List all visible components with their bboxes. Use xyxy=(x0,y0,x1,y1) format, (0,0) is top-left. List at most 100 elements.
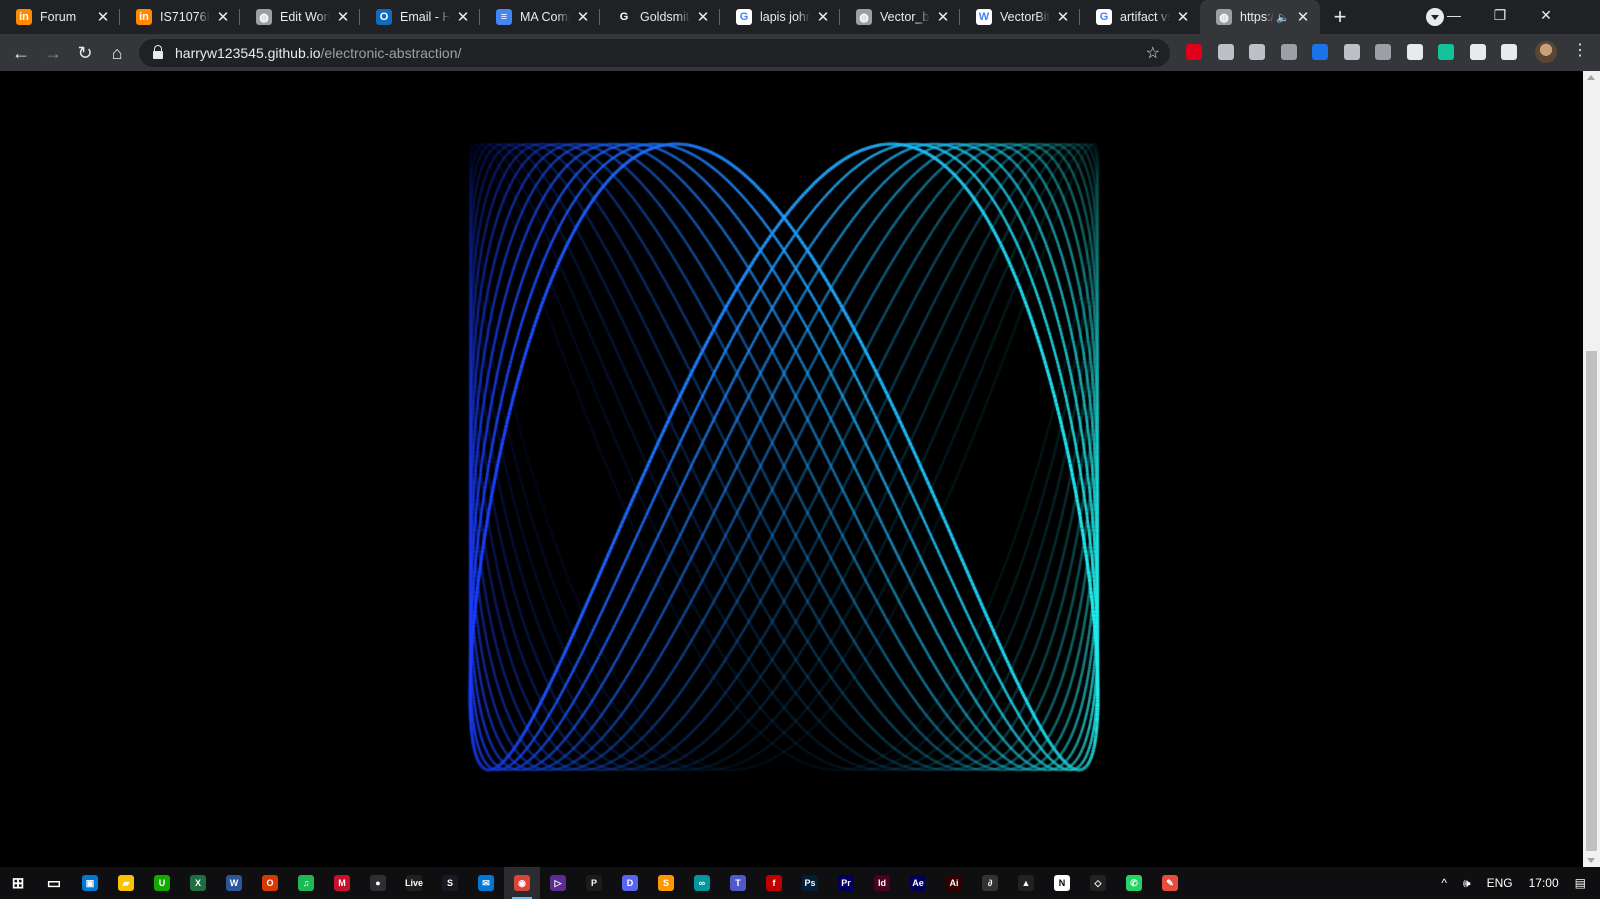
start-button[interactable]: ⊞ xyxy=(0,867,36,899)
browser-tab[interactable]: ◍ https:/🔈 ✕ xyxy=(1200,0,1320,34)
office-icon[interactable]: O xyxy=(252,867,288,899)
mail-glyph: ✉ xyxy=(478,875,494,891)
grammarly-icon[interactable] xyxy=(1438,44,1454,60)
word-icon[interactable]: W xyxy=(216,867,252,899)
arduino-icon[interactable]: ∞ xyxy=(684,867,720,899)
tab-close-icon[interactable]: ✕ xyxy=(1174,8,1192,26)
file-explorer-icon[interactable]: ▰ xyxy=(108,867,144,899)
indesign-icon[interactable]: Id xyxy=(864,867,900,899)
filezilla-icon[interactable]: f xyxy=(756,867,792,899)
mendeley-icon[interactable]: M xyxy=(324,867,360,899)
browser-tab[interactable]: ◍ Vector_by_ ✕ xyxy=(840,0,960,34)
excel-icon[interactable]: X xyxy=(180,867,216,899)
spotify-icon[interactable]: ♫ xyxy=(288,867,324,899)
audio-playing-icon[interactable]: 🔈 xyxy=(1276,11,1290,24)
cast-icon[interactable] xyxy=(1280,44,1297,60)
address-bar[interactable]: harryw123545.github.io/electronic-abstra… xyxy=(139,39,1170,67)
inkscape-icon[interactable]: ▲ xyxy=(1008,867,1044,899)
tab-title: Edit Work xyxy=(280,10,330,24)
tab-close-icon[interactable]: ✕ xyxy=(694,8,712,26)
clock[interactable]: 17:00 xyxy=(1529,876,1559,890)
task-view-icon[interactable]: ▭ xyxy=(36,867,72,899)
obs-icon[interactable]: ● xyxy=(360,867,396,899)
notion-icon[interactable]: N xyxy=(1044,867,1080,899)
scroll-up-icon[interactable] xyxy=(1587,75,1595,80)
browser-tab[interactable]: in Forum ✕ xyxy=(0,0,120,34)
whatsapp-icon[interactable]: ✆ xyxy=(1116,867,1152,899)
puzzle-icon[interactable] xyxy=(1469,44,1486,60)
adblock-icon[interactable] xyxy=(1186,44,1202,60)
browser-tab[interactable]: in IS71076B (✕ xyxy=(120,0,240,34)
browser-tab[interactable]: W VectorBitm ✕ xyxy=(960,0,1080,34)
wordtune-icon[interactable] xyxy=(1343,44,1360,60)
tab-close-icon[interactable]: ✕ xyxy=(334,8,352,26)
lock-icon[interactable] xyxy=(153,45,163,59)
bookmark-star-icon[interactable]: ☆ xyxy=(1146,43,1160,63)
restore-button[interactable]: ❐ xyxy=(1477,0,1523,30)
visual-studio-icon[interactable]: ▷ xyxy=(540,867,576,899)
ableton-live-icon[interactable]: Live xyxy=(396,867,432,899)
tab-close-icon[interactable]: ✕ xyxy=(454,8,472,26)
mail-icon[interactable]: ✉ xyxy=(468,867,504,899)
unity-icon[interactable]: ◇ xyxy=(1080,867,1116,899)
paint-3d-glyph: ✎ xyxy=(1162,875,1178,891)
browser-tab[interactable]: ◍ Edit Work ✕ xyxy=(240,0,360,34)
processing-icon[interactable]: P xyxy=(576,867,612,899)
scroll-down-icon[interactable] xyxy=(1587,858,1595,863)
tab-close-icon[interactable]: ✕ xyxy=(94,8,112,26)
browser-tab[interactable]: G Goldsmith ✕ xyxy=(600,0,720,34)
tab-close-icon[interactable]: ✕ xyxy=(814,8,832,26)
reload-button[interactable]: ↻ xyxy=(72,40,98,66)
profile-avatar[interactable] xyxy=(1535,41,1557,63)
discord-icon[interactable]: D xyxy=(612,867,648,899)
spotify-glyph: ♫ xyxy=(298,875,314,891)
tab-title: lapis john xyxy=(760,10,810,24)
new-tab-button[interactable]: + xyxy=(1320,0,1360,34)
sublime-icon[interactable]: S xyxy=(648,867,684,899)
tab-close-icon[interactable]: ✕ xyxy=(1054,8,1072,26)
sublime-glyph: S xyxy=(658,875,674,891)
forward-button[interactable]: → xyxy=(40,40,66,66)
link-glyph: ∂ xyxy=(982,875,998,891)
volume-icon[interactable]: 🕪 xyxy=(1463,876,1471,891)
tab-close-icon[interactable]: ✕ xyxy=(574,8,592,26)
tab-close-icon[interactable]: ✕ xyxy=(1294,8,1312,26)
vertical-scrollbar[interactable] xyxy=(1583,71,1600,867)
plus-extension-icon[interactable] xyxy=(1406,44,1423,60)
illustrator-icon[interactable]: Ai xyxy=(936,867,972,899)
language-indicator[interactable]: ENG xyxy=(1487,876,1513,890)
teams-icon[interactable]: T xyxy=(720,867,756,899)
tray-chevron-icon[interactable]: ^ xyxy=(1441,876,1447,890)
steam-icon[interactable]: S xyxy=(432,867,468,899)
upwork-glyph: U xyxy=(154,875,170,891)
browser-tab[interactable]: O Email - Ha ✕ xyxy=(360,0,480,34)
tab-close-icon[interactable]: ✕ xyxy=(934,8,952,26)
tab-close-icon[interactable]: ✕ xyxy=(214,8,232,26)
back-button[interactable]: ← xyxy=(8,40,34,66)
scroll-thumb[interactable] xyxy=(1586,351,1597,851)
pen-icon[interactable] xyxy=(1312,44,1328,60)
notification-icon[interactable]: ▤ xyxy=(1575,876,1586,890)
paint-3d-icon[interactable]: ✎ xyxy=(1152,867,1188,899)
link-icon[interactable]: ∂ xyxy=(972,867,1008,899)
minimize-button[interactable]: — xyxy=(1431,0,1477,30)
browser-tab[interactable]: Glapis john ✕ xyxy=(720,0,840,34)
photoshop-icon[interactable]: Ps xyxy=(792,867,828,899)
reading-list-icon[interactable] xyxy=(1501,44,1517,60)
home-button[interactable]: ⌂ xyxy=(104,40,130,66)
chrome-icon[interactable]: ◉ xyxy=(504,867,540,899)
wikipedia-icon: W xyxy=(976,9,992,25)
store-icon[interactable]: ▣ xyxy=(72,867,108,899)
close-window-button[interactable]: ✕ xyxy=(1523,0,1569,30)
browser-tab[interactable]: ≡ MA Comp ✕ xyxy=(480,0,600,34)
document-icon[interactable] xyxy=(1249,44,1265,60)
upwork-icon[interactable]: U xyxy=(144,867,180,899)
premiere-icon[interactable]: Pr xyxy=(828,867,864,899)
outlook-icon: O xyxy=(376,9,392,25)
menu-kebab-icon[interactable]: ⋮ xyxy=(1572,40,1588,60)
printer-icon[interactable] xyxy=(1217,44,1234,60)
speech-bubble-icon[interactable] xyxy=(1375,44,1391,60)
browser-tab[interactable]: Gartifact vs ✕ xyxy=(1080,0,1200,34)
tab-title: IS71076B ( xyxy=(160,10,210,24)
after-effects-icon[interactable]: Ae xyxy=(900,867,936,899)
